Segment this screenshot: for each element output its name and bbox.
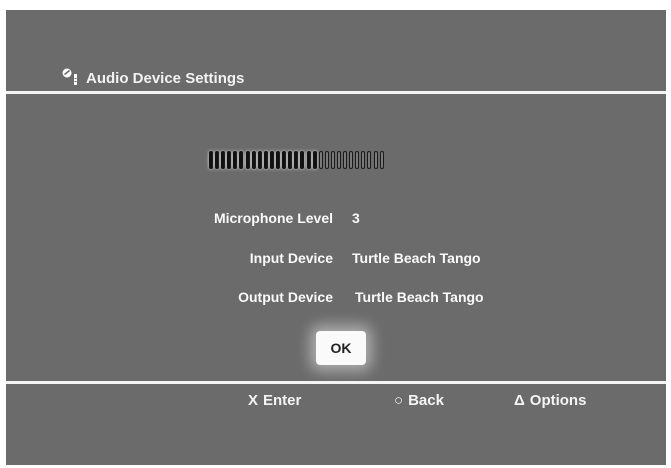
meter-segment-filled — [300, 151, 305, 169]
meter-segment-filled — [294, 151, 299, 169]
meter-segment-empty — [343, 151, 348, 169]
enter-hint[interactable]: X Enter — [248, 392, 301, 409]
meter-segment-filled — [227, 151, 232, 169]
output-device-value: Turtle Beach Tango — [355, 289, 484, 305]
meter-segment-empty — [349, 151, 354, 169]
meter-segment-empty — [324, 151, 329, 169]
mic-settings-icon — [60, 67, 82, 89]
meter-segment-filled — [263, 151, 268, 169]
input-device-label: Input Device — [249, 250, 333, 266]
meter-segment-filled — [269, 151, 274, 169]
microphone-level-row[interactable]: Microphone Level 3 — [6, 210, 666, 230]
meter-segment-filled — [251, 151, 256, 169]
meter-segment-filled — [306, 151, 311, 169]
audio-settings-screen: Audio Device Settings Microphone Level 3… — [6, 10, 666, 465]
header: Audio Device Settings — [60, 66, 244, 90]
microphone-level-label: Microphone Level — [213, 210, 333, 226]
meter-segment-filled — [312, 151, 317, 169]
meter-segment-filled — [239, 151, 244, 169]
meter-segment-empty — [379, 151, 384, 169]
options-hint[interactable]: Δ Options — [514, 392, 586, 409]
ok-button[interactable]: OK — [316, 331, 366, 365]
meter-segment-empty — [336, 151, 341, 169]
circle-button-icon: ○ — [394, 392, 404, 409]
back-label: Back — [408, 392, 444, 409]
meter-segment-empty — [373, 151, 378, 169]
page-title: Audio Device Settings — [86, 69, 245, 87]
meter-segment-filled — [276, 151, 281, 169]
top-divider — [6, 91, 666, 94]
options-label: Options — [529, 392, 587, 409]
meter-segment-empty — [355, 151, 360, 169]
enter-label: Enter — [263, 392, 302, 409]
meter-segment-filled — [209, 151, 213, 169]
microphone-level-value: 3 — [352, 210, 360, 226]
meter-segment-filled — [221, 151, 226, 169]
meter-segment-filled — [245, 151, 250, 169]
meter-segment-filled — [233, 151, 238, 169]
cross-button-icon: X — [248, 392, 259, 409]
meter-segment-filled — [257, 151, 262, 169]
meter-segment-empty — [361, 151, 366, 169]
bottom-divider — [6, 381, 666, 384]
triangle-button-icon: Δ — [514, 392, 525, 409]
meter-segment-empty — [318, 151, 323, 169]
back-hint[interactable]: ○ Back — [394, 392, 444, 409]
meter-segment-filled — [282, 151, 287, 169]
mic-level-meter — [209, 151, 509, 171]
meter-segment-empty — [367, 151, 372, 169]
meter-segment-filled — [215, 151, 220, 169]
output-device-row[interactable]: Output Device Turtle Beach Tango — [6, 289, 666, 309]
input-device-row[interactable]: Input Device Turtle Beach Tango — [6, 250, 666, 270]
meter-segment-filled — [288, 151, 293, 169]
output-device-label: Output Device — [238, 289, 333, 305]
input-device-value: Turtle Beach Tango — [352, 250, 481, 266]
meter-segment-empty — [330, 151, 335, 169]
